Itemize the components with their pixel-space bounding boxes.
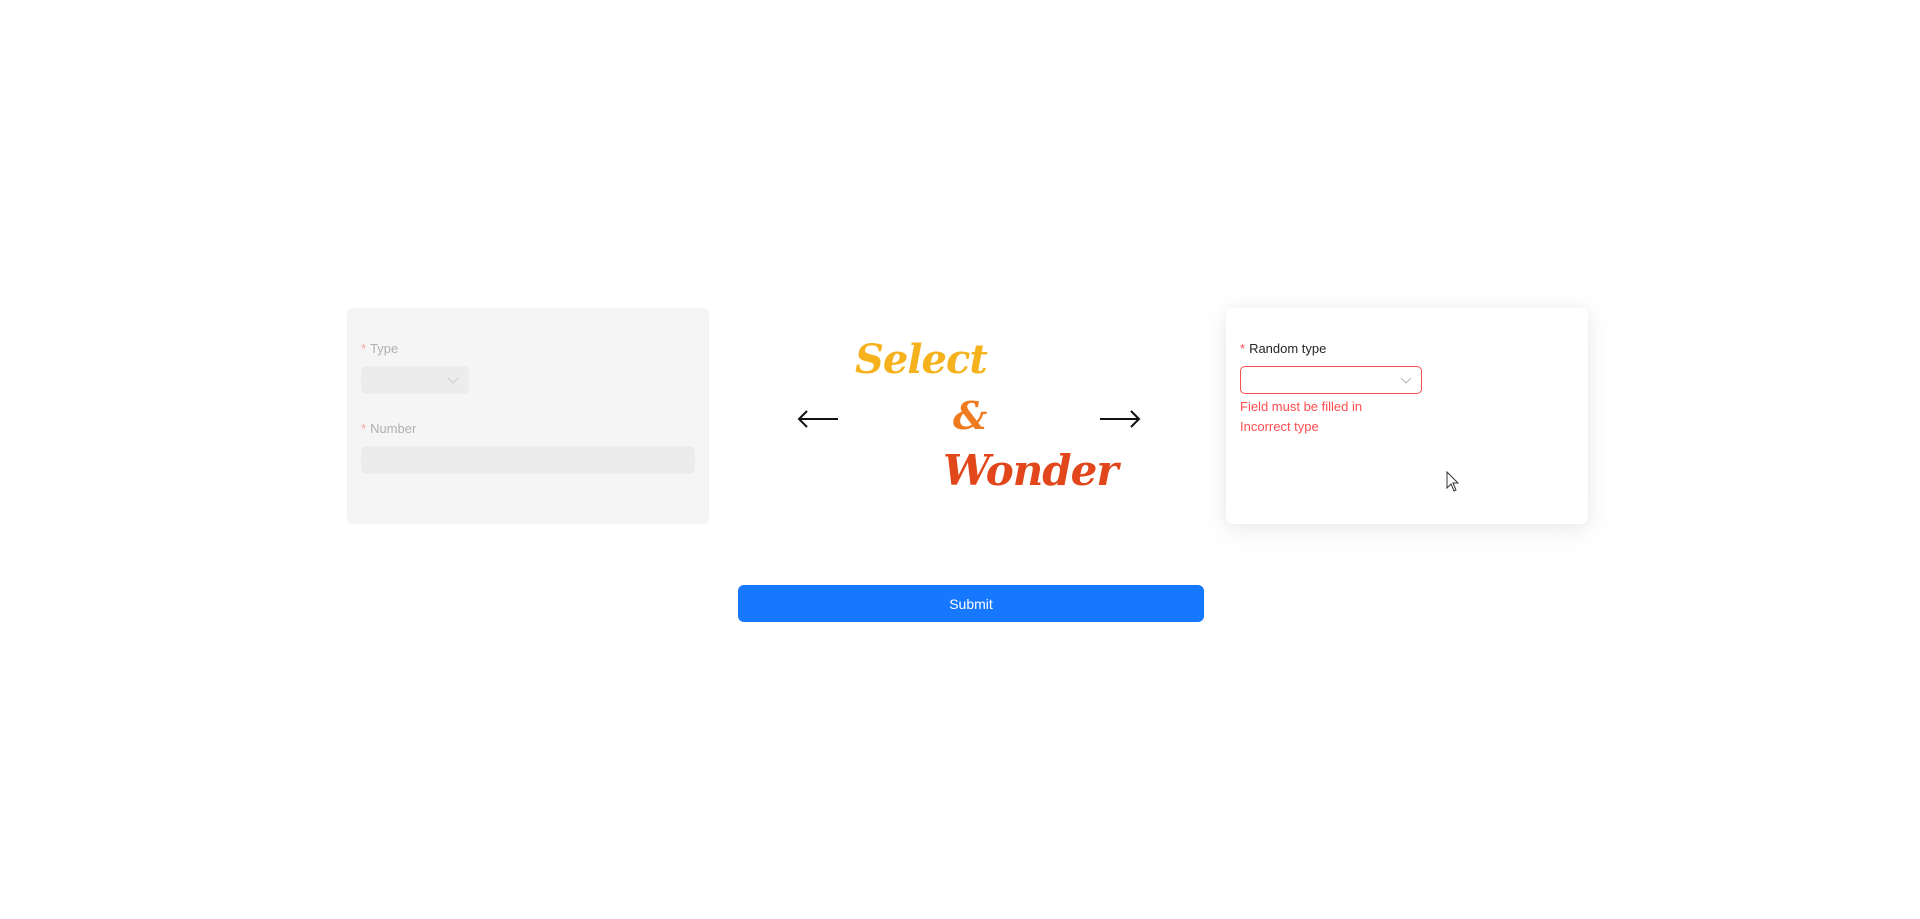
random-type-field-label: * Random type bbox=[1240, 341, 1326, 357]
chevron-down-icon bbox=[447, 377, 459, 384]
page: * Type * Number Select & Wonder * Random ty… bbox=[0, 0, 1920, 919]
random-type-label: Random type bbox=[1249, 341, 1327, 356]
random-type-select[interactable] bbox=[1240, 366, 1422, 394]
random-type-form-card: * Random type Field must be filled in Inc… bbox=[1226, 308, 1588, 524]
headline-ampersand: & bbox=[953, 393, 988, 438]
disabled-form-card: * Type * Number bbox=[347, 308, 709, 524]
error-message-type: Incorrect type bbox=[1240, 419, 1319, 434]
error-message-required: Field must be filled in bbox=[1240, 399, 1363, 414]
arrow-left-icon bbox=[797, 410, 838, 428]
headline-select: Select bbox=[855, 336, 988, 383]
mouse-cursor-icon bbox=[1446, 471, 1460, 492]
arrow-right-icon bbox=[1100, 410, 1141, 428]
required-marker: * bbox=[361, 421, 367, 436]
headline-wonder: Wonder bbox=[943, 446, 1119, 495]
required-marker: * bbox=[1240, 341, 1246, 356]
number-label: Number bbox=[370, 421, 417, 436]
type-select bbox=[361, 366, 469, 394]
number-field-label: * Number bbox=[361, 421, 416, 437]
submit-button[interactable]: Submit bbox=[738, 585, 1204, 622]
number-input bbox=[361, 446, 695, 474]
type-field-label: * Type bbox=[361, 341, 398, 357]
type-label: Type bbox=[370, 341, 399, 356]
required-marker: * bbox=[361, 341, 367, 356]
chevron-down-icon bbox=[1400, 377, 1412, 384]
